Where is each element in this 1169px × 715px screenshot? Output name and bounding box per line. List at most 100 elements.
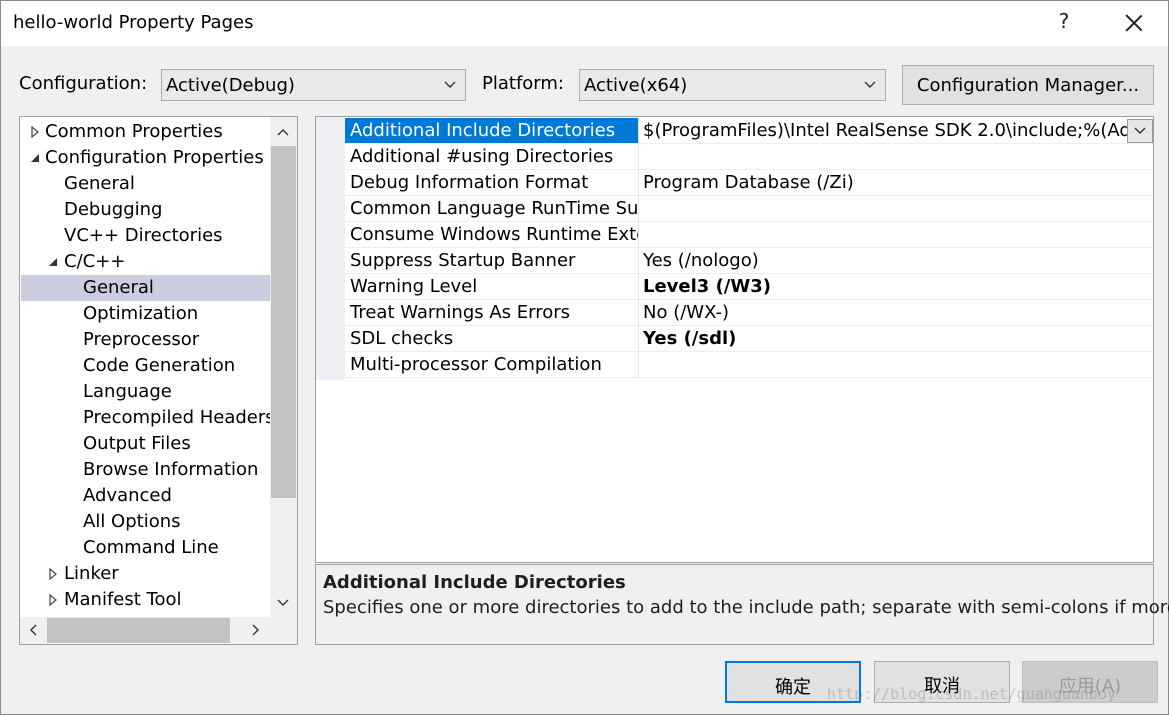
tree-item-common-properties[interactable]: Common Properties	[21, 119, 270, 145]
property-name: Treat Warnings As Errors	[345, 300, 639, 325]
property-name: Common Language RunTime Sup	[345, 196, 639, 221]
grid-row-warning-level[interactable]: Warning Level Level3 (/W3)	[345, 274, 1153, 300]
property-name: Warning Level	[345, 274, 639, 299]
tree-item-label: All Options	[83, 511, 181, 532]
property-value[interactable]: Program Database (/Zi)	[640, 170, 1152, 195]
expand-arrow-icon[interactable]	[47, 593, 59, 607]
tree-item-label: Preprocessor	[83, 329, 200, 350]
property-value[interactable]: No (/WX-)	[640, 300, 1152, 325]
tree-item-label: Language	[83, 381, 172, 402]
tree-vertical-scrollbar[interactable]	[270, 117, 297, 617]
grid-row-debug-information-format[interactable]: Debug Information Format Program Databas…	[345, 170, 1153, 196]
tree-horizontal-scrollbar[interactable]	[20, 617, 270, 644]
scrollbar-corner	[270, 617, 297, 644]
property-value[interactable]: Yes (/sdl)	[640, 326, 1152, 351]
tree-item-label: Code Generation	[83, 355, 236, 376]
tree-item-language[interactable]: Language	[21, 379, 270, 405]
tree-item-debugging[interactable]: Debugging	[21, 197, 270, 223]
property-pages-window: hello-world Property Pages ? Configurati…	[0, 0, 1169, 715]
property-value[interactable]: $(ProgramFiles)\Intel RealSense SDK 2.0\…	[640, 118, 1152, 143]
configuration-label: Configuration:	[19, 73, 148, 94]
property-value[interactable]: Level3 (/W3)	[640, 274, 1152, 299]
property-tree: Common Properties Configuration Properti…	[19, 116, 298, 645]
tree-item-label: Command Line	[83, 537, 219, 558]
chevron-down-icon	[864, 81, 876, 88]
tree-item-general[interactable]: General	[21, 171, 270, 197]
property-name: Suppress Startup Banner	[345, 248, 639, 273]
tree-item-browse-information[interactable]: Browse Information	[21, 457, 270, 483]
property-grid: Additional Include Directories $(Program…	[315, 116, 1154, 563]
tree-item-label: Configuration Properties	[45, 147, 264, 168]
tree-item-precompiled-headers[interactable]: Precompiled Headers	[21, 405, 275, 431]
tree-item-label: C/C++	[64, 251, 126, 272]
tree-item-cpp-general[interactable]: General	[21, 275, 270, 301]
tree-item-optimization[interactable]: Optimization	[21, 301, 270, 327]
description-text: Specifies one or more directories to add…	[323, 597, 1169, 618]
configuration-value: Active(Debug)	[166, 75, 295, 96]
tree-item-label: Precompiled Headers	[83, 407, 275, 428]
chevron-down-icon	[444, 81, 456, 88]
grid-row-additional-using-directories[interactable]: Additional #using Directories	[345, 144, 1153, 170]
property-name: Additional Include Directories	[345, 118, 639, 143]
tree-item-code-generation[interactable]: Code Generation	[21, 353, 270, 379]
tree-item-label: General	[83, 277, 154, 298]
tree-item-label: General	[64, 173, 135, 194]
scroll-right-icon[interactable]	[249, 623, 263, 637]
tree-item-linker[interactable]: Linker	[21, 561, 270, 587]
value-dropdown-button[interactable]	[1127, 119, 1153, 143]
tree-item-manifest-tool[interactable]: Manifest Tool	[21, 587, 270, 613]
title-bar: hello-world Property Pages ?	[1, 1, 1168, 46]
window-title: hello-world Property Pages	[13, 12, 254, 33]
tree-item-label: Browse Information	[83, 459, 259, 480]
close-icon[interactable]	[1122, 11, 1146, 35]
property-name: SDL checks	[345, 326, 639, 351]
tree-item-vc-directories[interactable]: VC++ Directories	[21, 223, 270, 249]
grid-row-treat-warnings-as-errors[interactable]: Treat Warnings As Errors No (/WX-)	[345, 300, 1153, 326]
configuration-select[interactable]: Active(Debug)	[161, 69, 466, 101]
collapse-arrow-icon[interactable]	[29, 151, 41, 165]
tree-item-command-line[interactable]: Command Line	[21, 535, 270, 561]
platform-label: Platform:	[482, 73, 564, 94]
platform-select[interactable]: Active(x64)	[579, 69, 886, 101]
tree-item-label: Output Files	[83, 433, 191, 454]
tree-item-label: Common Properties	[45, 121, 223, 142]
grid-row-suppress-startup-banner[interactable]: Suppress Startup Banner Yes (/nologo)	[345, 248, 1153, 274]
property-value[interactable]: Yes (/nologo)	[640, 248, 1152, 273]
chevron-down-icon	[1134, 127, 1146, 134]
expand-arrow-icon[interactable]	[47, 567, 59, 581]
scroll-up-icon[interactable]	[276, 125, 290, 139]
grid-row-sdl-checks[interactable]: SDL checks Yes (/sdl)	[345, 326, 1153, 352]
tree-item-label: Debugging	[64, 199, 163, 220]
grid-row-additional-include-directories[interactable]: Additional Include Directories $(Program…	[345, 118, 1153, 144]
property-value[interactable]	[640, 144, 1152, 169]
grid-row-common-language-runtime-support[interactable]: Common Language RunTime Sup	[345, 196, 1153, 222]
tree-item-output-files[interactable]: Output Files	[21, 431, 270, 457]
scroll-left-icon[interactable]	[26, 623, 40, 637]
description-panel: Additional Include Directories Specifies…	[315, 564, 1169, 645]
tree-item-advanced[interactable]: Advanced	[21, 483, 270, 509]
property-value[interactable]	[640, 222, 1152, 247]
property-value[interactable]	[640, 196, 1152, 221]
description-title: Additional Include Directories	[323, 572, 626, 593]
property-name: Additional #using Directories	[345, 144, 639, 169]
property-name: Multi-processor Compilation	[345, 352, 639, 377]
tree-item-label: Manifest Tool	[64, 589, 182, 610]
grid-row-consume-windows-runtime-extension[interactable]: Consume Windows Runtime Exter	[345, 222, 1153, 248]
tree-item-configuration-properties[interactable]: Configuration Properties	[21, 145, 270, 171]
tree-item-label: VC++ Directories	[64, 225, 223, 246]
tree-item-label: Linker	[64, 563, 119, 584]
collapse-arrow-icon[interactable]	[47, 255, 59, 269]
scroll-down-icon[interactable]	[276, 596, 290, 610]
tree-item-preprocessor[interactable]: Preprocessor	[21, 327, 270, 353]
grid-row-multi-processor-compilation[interactable]: Multi-processor Compilation	[345, 352, 1153, 378]
vertical-scroll-thumb[interactable]	[271, 146, 296, 498]
expand-arrow-icon[interactable]	[29, 125, 41, 139]
horizontal-scroll-thumb[interactable]	[47, 618, 230, 643]
property-value[interactable]	[640, 352, 1152, 377]
tree-item-c-cpp[interactable]: C/C++	[21, 249, 270, 275]
tree-item-all-options[interactable]: All Options	[21, 509, 270, 535]
help-button[interactable]: ?	[1053, 9, 1075, 37]
tree-item-label: Optimization	[83, 303, 199, 324]
configuration-manager-button[interactable]: Configuration Manager...	[902, 65, 1154, 105]
grid-margin	[316, 117, 345, 380]
